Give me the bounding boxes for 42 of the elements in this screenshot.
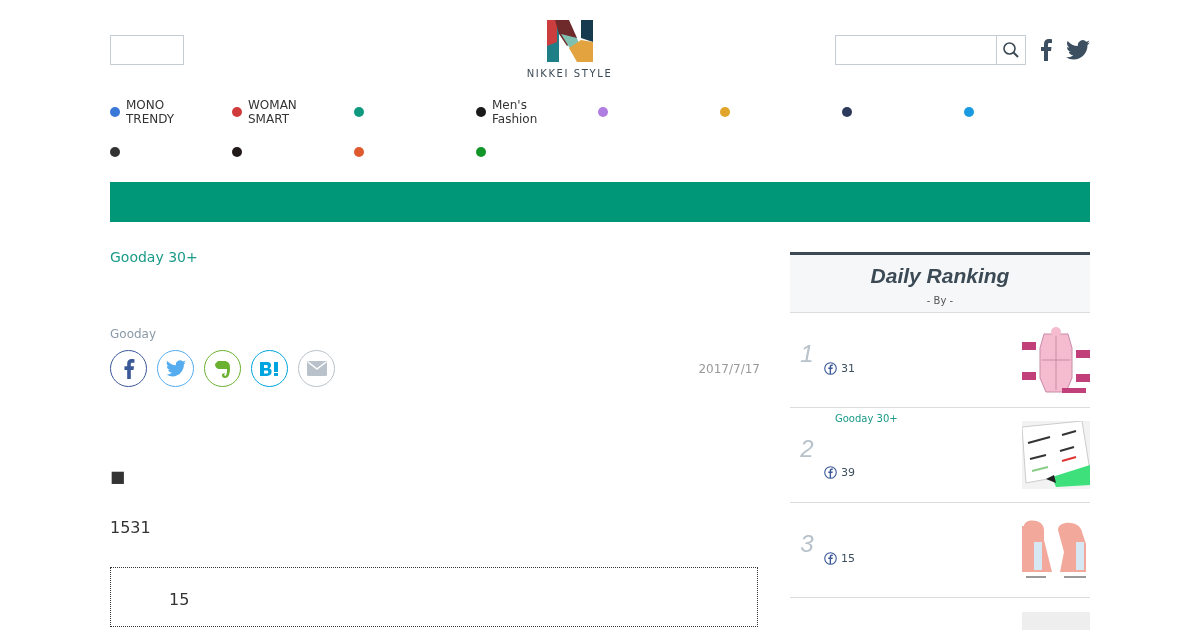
rank-number: 2	[799, 435, 815, 463]
publish-date: 2017/7/17	[698, 361, 760, 376]
like-count: 39	[841, 466, 855, 479]
search-field[interactable]	[835, 35, 1026, 65]
search-icon	[1002, 41, 1020, 59]
logo-icon	[546, 20, 593, 62]
twitter-share-button[interactable]	[157, 350, 194, 387]
category-link[interactable]: Gooday 30+	[110, 249, 198, 265]
facebook-icon	[824, 466, 837, 479]
ranking-subtitle: - By -	[926, 295, 954, 306]
like-count: 15	[841, 551, 855, 565]
ranking-title: Daily Ranking	[870, 264, 1010, 288]
paragraph: 1531	[110, 518, 151, 537]
logo[interactable]: NIKKEI STYLE	[526, 20, 613, 79]
note-text: 15	[169, 590, 190, 609]
twitter-icon[interactable]	[1066, 40, 1090, 60]
ranking-item[interactable]: 1 31	[790, 313, 1090, 408]
rank-number: 1	[799, 340, 815, 368]
menu-box[interactable]	[110, 35, 184, 65]
category-link[interactable]: MONO TRENDY	[126, 98, 206, 126]
ranking-item[interactable]: 2 Gooday 30+ 39	[790, 408, 1090, 503]
hatena-share-button[interactable]	[251, 350, 288, 387]
mail-share-button[interactable]	[298, 350, 335, 387]
facebook-icon	[824, 551, 837, 565]
facebook-icon[interactable]	[1040, 39, 1052, 61]
facebook-icon	[122, 358, 135, 379]
bird-icon	[165, 360, 186, 377]
ranking-item[interactable]: 3 15	[790, 503, 1090, 598]
like-count: 31	[841, 361, 855, 375]
section-marker: ■	[110, 467, 126, 486]
evernote-share-button[interactable]	[204, 350, 241, 387]
mail-icon	[306, 361, 327, 376]
category-link[interactable]: Men's Fashion	[492, 98, 572, 126]
facebook-icon	[824, 361, 837, 375]
elephant-icon	[213, 358, 232, 379]
category-link[interactable]: WOMAN SMART	[248, 98, 328, 126]
rank-number: 3	[799, 530, 815, 558]
category-tag: Gooday 30+	[835, 413, 1022, 424]
author-name: Gooday	[110, 327, 157, 341]
logo-text: NIKKEI STYLE	[526, 68, 613, 79]
facebook-share-button[interactable]	[110, 350, 147, 387]
hatena-icon	[258, 360, 281, 377]
